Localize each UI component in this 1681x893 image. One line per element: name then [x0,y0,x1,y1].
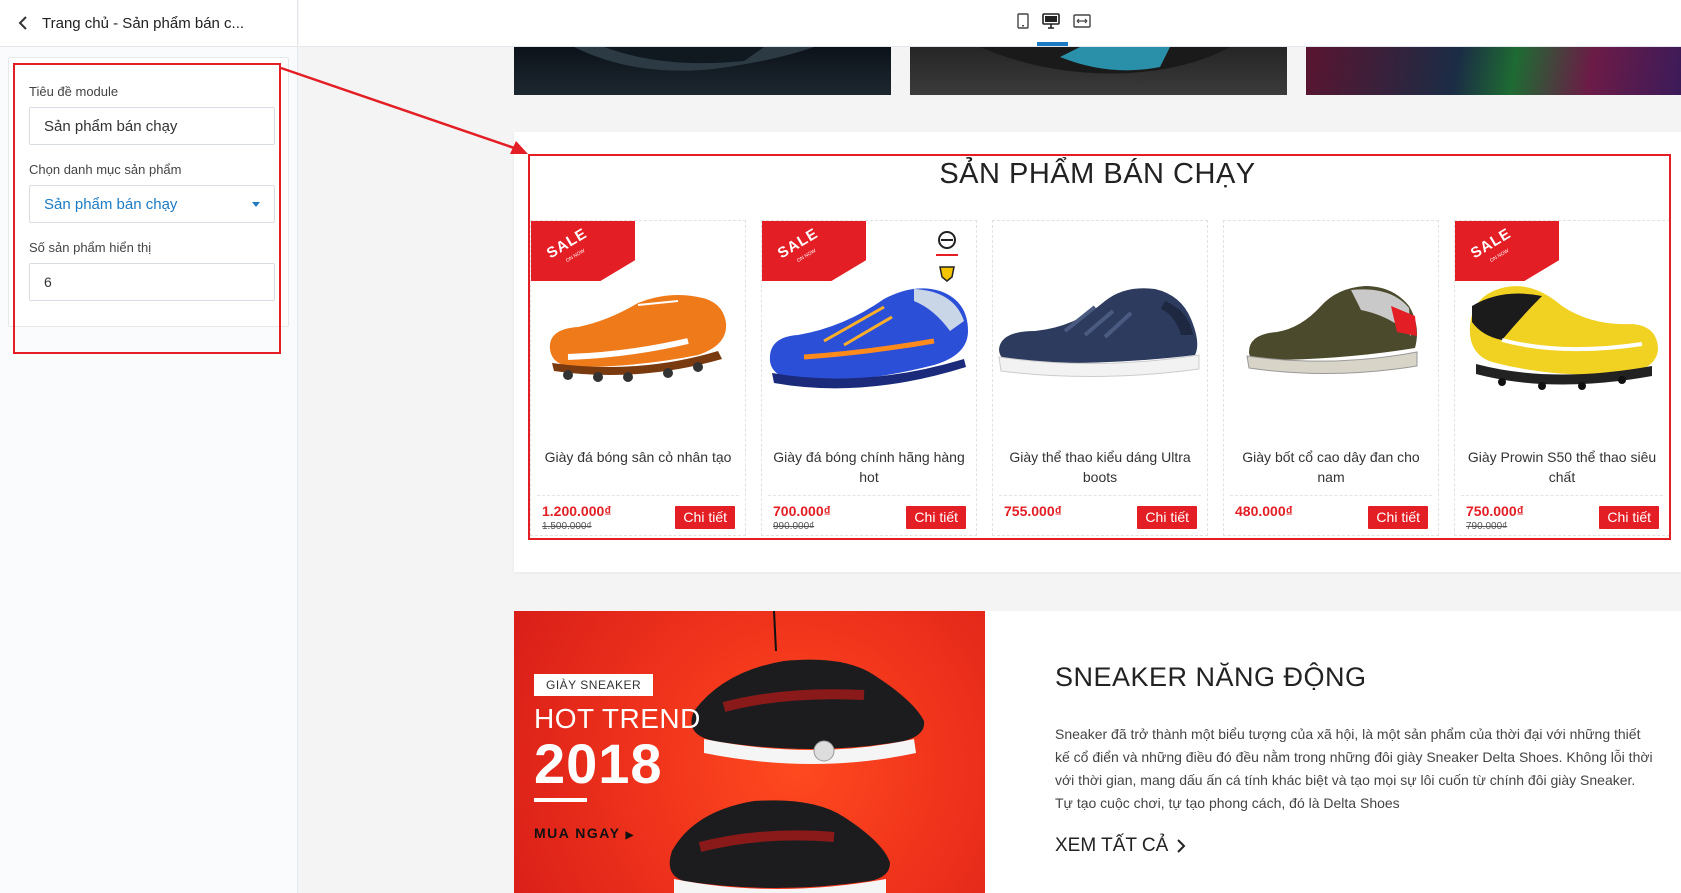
sneaker-promo-section: GIÀY SNEAKER HOT TREND 2018 MUA NGAY ▶ S… [514,611,1681,893]
promo-banner[interactable]: GIÀY SNEAKER HOT TREND 2018 MUA NGAY ▶ [514,611,985,893]
chevron-right-icon [1177,839,1186,853]
play-arrow-icon: ▶ [625,830,635,841]
promo-underline [534,798,587,802]
buy-now-link[interactable]: MUA NGAY ▶ [534,825,635,841]
view-all-link[interactable]: XEM TẤT CẢ [1055,835,1186,857]
promo-description: Sneaker đã trở thành một biểu tượng của … [1055,726,1653,811]
promo-year: 2018 [534,732,663,795]
sneaker-pair-icon [669,611,925,893]
promo-tag: GIÀY SNEAKER [534,674,654,696]
promo-title: SNEAKER NĂNG ĐỘNG [1055,662,1367,692]
